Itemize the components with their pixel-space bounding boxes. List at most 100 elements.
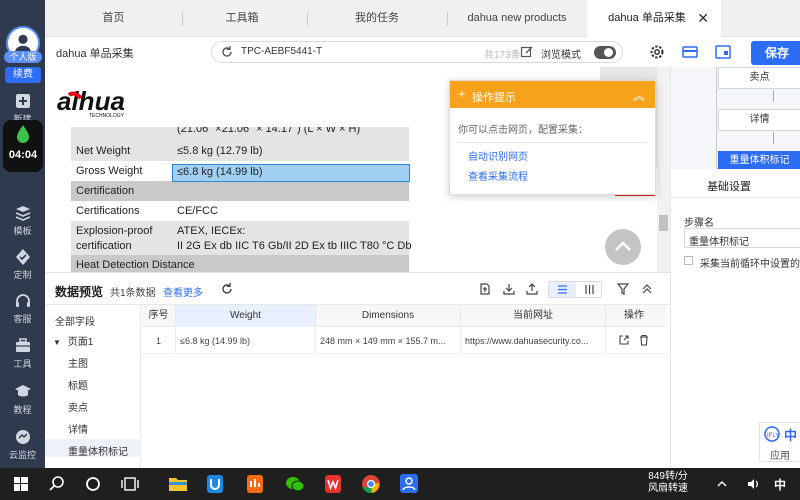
tab-toolbox[interactable]: 工具箱: [182, 0, 302, 37]
save-button[interactable]: 保存: [751, 41, 800, 65]
volume-icon[interactable]: [746, 477, 760, 491]
url-text[interactable]: TPC-AEBF5441-T: [241, 46, 322, 57]
chevron-up-icon[interactable]: [716, 478, 728, 490]
step-name-label: 步骤名: [684, 218, 714, 229]
gross-weight-value[interactable]: ≤6.8 kg (14.99 lb): [177, 166, 263, 178]
collapse-icon[interactable]: ︽: [633, 87, 645, 104]
spec-row[interactable]: Explosion-proof certification ATEX, IECE…: [71, 221, 411, 255]
sidebar-item-tools[interactable]: 工具: [0, 337, 45, 370]
tree-field-details[interactable]: 详情: [68, 421, 88, 436]
col-index[interactable]: 序号: [142, 305, 176, 327]
close-icon[interactable]: ✕: [697, 0, 709, 37]
cortana-icon[interactable]: [80, 472, 106, 496]
cell-weight[interactable]: ≤6.8 kg (14.99 lb): [176, 328, 316, 354]
cloud-monitor-icon: [15, 430, 30, 444]
view-flow-link[interactable]: 查看采集流程: [468, 168, 647, 183]
col-weight[interactable]: Weight: [176, 305, 316, 327]
tree-field-main-image[interactable]: 主图: [68, 355, 88, 370]
renew-button[interactable]: 续费: [5, 67, 41, 83]
tab-home[interactable]: 首页: [45, 0, 182, 37]
webpage-scrollbar[interactable]: [657, 67, 670, 272]
wps-icon[interactable]: [320, 472, 346, 496]
refresh-icon[interactable]: [220, 282, 234, 296]
step-name-input[interactable]: 重量体积标记: [684, 228, 800, 248]
app-orange-chart-icon[interactable]: [242, 472, 268, 496]
timer-widget[interactable]: 04:04: [3, 120, 43, 172]
task-toolbar: dahua 单品采集 TPC-AEBF5441-T 共173条 浏览模式 保存: [45, 37, 800, 67]
loop-checkbox-label: 采集当前循环中设置的元: [700, 259, 800, 270]
search-icon[interactable]: [44, 472, 70, 496]
leaf-drop-icon: [17, 125, 29, 143]
tree-field-title[interactable]: 标题: [68, 377, 88, 392]
url-bar[interactable]: TPC-AEBF5441-T 共173条 浏览模式: [211, 41, 623, 63]
hint-header[interactable]: + 操作提示 ︽: [450, 81, 655, 108]
tab-my-tasks[interactable]: 我的任务: [307, 0, 447, 37]
spec-section-header[interactable]: Heat Detection Distance: [71, 255, 409, 272]
file-explorer-icon[interactable]: [165, 472, 191, 496]
gear-icon[interactable]: [649, 44, 665, 60]
scrollbar-thumb[interactable]: [659, 215, 668, 231]
windows-start-icon[interactable]: [8, 472, 34, 496]
filter-clear-icon[interactable]: [616, 282, 630, 296]
refresh-icon[interactable]: [220, 45, 234, 59]
scroll-top-button[interactable]: [605, 229, 641, 265]
tab-dahua-single-collect[interactable]: dahua 单品采集 ✕: [587, 0, 721, 37]
spec-value[interactable]: ATEX, IECEx:: [177, 225, 245, 237]
tab-dahua-new-products[interactable]: dahua new products: [447, 0, 587, 37]
spec-value[interactable]: II 2G Ex db IIC T6 Gb/II 2D Ex tb IIIC T…: [177, 240, 411, 252]
sidebar-item-tutorial[interactable]: 教程: [0, 383, 45, 416]
table-row[interactable]: 1 ≤6.8 kg (14.99 lb) 248 mm × 149 mm × 1…: [142, 328, 666, 354]
task-view-icon[interactable]: [117, 472, 143, 496]
open-link-icon[interactable]: [618, 334, 630, 346]
app-label: 应用: [770, 451, 790, 462]
view-more-link[interactable]: 查看更多: [163, 284, 203, 299]
flow-step-selling-point[interactable]: 卖点: [718, 67, 800, 89]
tree-all-fields[interactable]: 全部字段: [55, 313, 95, 328]
flow-step-details[interactable]: 详情: [718, 109, 800, 131]
svg-text:IFLY: IFLY: [767, 433, 779, 439]
spec-row[interactable]: Certifications CE/FCC: [71, 201, 409, 221]
list-view-button[interactable]: [549, 282, 576, 297]
download-icon[interactable]: [502, 282, 516, 296]
tree-page-node[interactable]: ▼ 页面1: [53, 333, 93, 348]
chrome-icon[interactable]: [358, 472, 384, 496]
edit-pick-icon[interactable]: [520, 45, 534, 59]
sidebar-item-template[interactable]: 模板: [0, 204, 45, 237]
col-dimensions[interactable]: Dimensions: [316, 305, 461, 327]
collector-app-icon[interactable]: [396, 472, 422, 496]
cell-index: 1: [142, 328, 176, 354]
tree-field-weight-volume[interactable]: 重量体积标记: [68, 443, 128, 458]
ime-indicator[interactable]: 中: [774, 476, 786, 493]
tree-field-selling-point[interactable]: 卖点: [68, 399, 88, 414]
plus-square-icon: [15, 94, 30, 108]
auto-detect-link[interactable]: 自动识别网页: [468, 148, 647, 163]
spec-value[interactable]: ≤5.8 kg (12.79 lb): [177, 145, 263, 157]
cell-url[interactable]: https://www.dahuasecurity.co...: [461, 328, 606, 354]
flow-step-weight-volume[interactable]: 重量体积标记: [718, 151, 800, 169]
selected-element-highlight[interactable]: ≤6.8 kg (14.99 lb): [172, 164, 410, 182]
card-icon[interactable]: [682, 44, 698, 60]
cell-dimensions[interactable]: 248 mm × 149 mm × 155.7 m...: [316, 328, 461, 354]
column-view-icon[interactable]: [576, 282, 603, 297]
sidebar-item-custom[interactable]: 定制: [0, 248, 45, 281]
spec-value[interactable]: CE/FCC: [177, 205, 218, 217]
app-widget[interactable]: IFLY 中 应用: [759, 422, 800, 462]
spec-section-header[interactable]: Certification: [71, 181, 409, 201]
spec-section-title: Heat Detection Distance: [76, 259, 195, 271]
trash-icon[interactable]: [638, 334, 650, 346]
sidebar-item-service[interactable]: 客服: [0, 292, 45, 325]
loop-checkbox[interactable]: [684, 256, 693, 265]
col-current-url[interactable]: 当前网址: [461, 305, 606, 327]
sidebar-item-cloud-monitor[interactable]: 云监控: [0, 428, 45, 461]
export-icon[interactable]: [478, 282, 492, 296]
browse-mode-toggle[interactable]: [594, 46, 616, 59]
ime-zh-label: 中: [784, 428, 798, 443]
tab-basic-settings[interactable]: 基础设置: [707, 178, 751, 194]
spec-row[interactable]: Net Weight ≤5.8 kg (12.79 lb): [71, 141, 409, 161]
window-icon[interactable]: [715, 44, 731, 60]
view-switcher[interactable]: [548, 281, 602, 298]
collapse-up-icon[interactable]: [640, 282, 654, 296]
app-u-icon[interactable]: [202, 472, 228, 496]
upload-icon[interactable]: [525, 282, 539, 296]
wechat-icon[interactable]: [282, 472, 308, 496]
